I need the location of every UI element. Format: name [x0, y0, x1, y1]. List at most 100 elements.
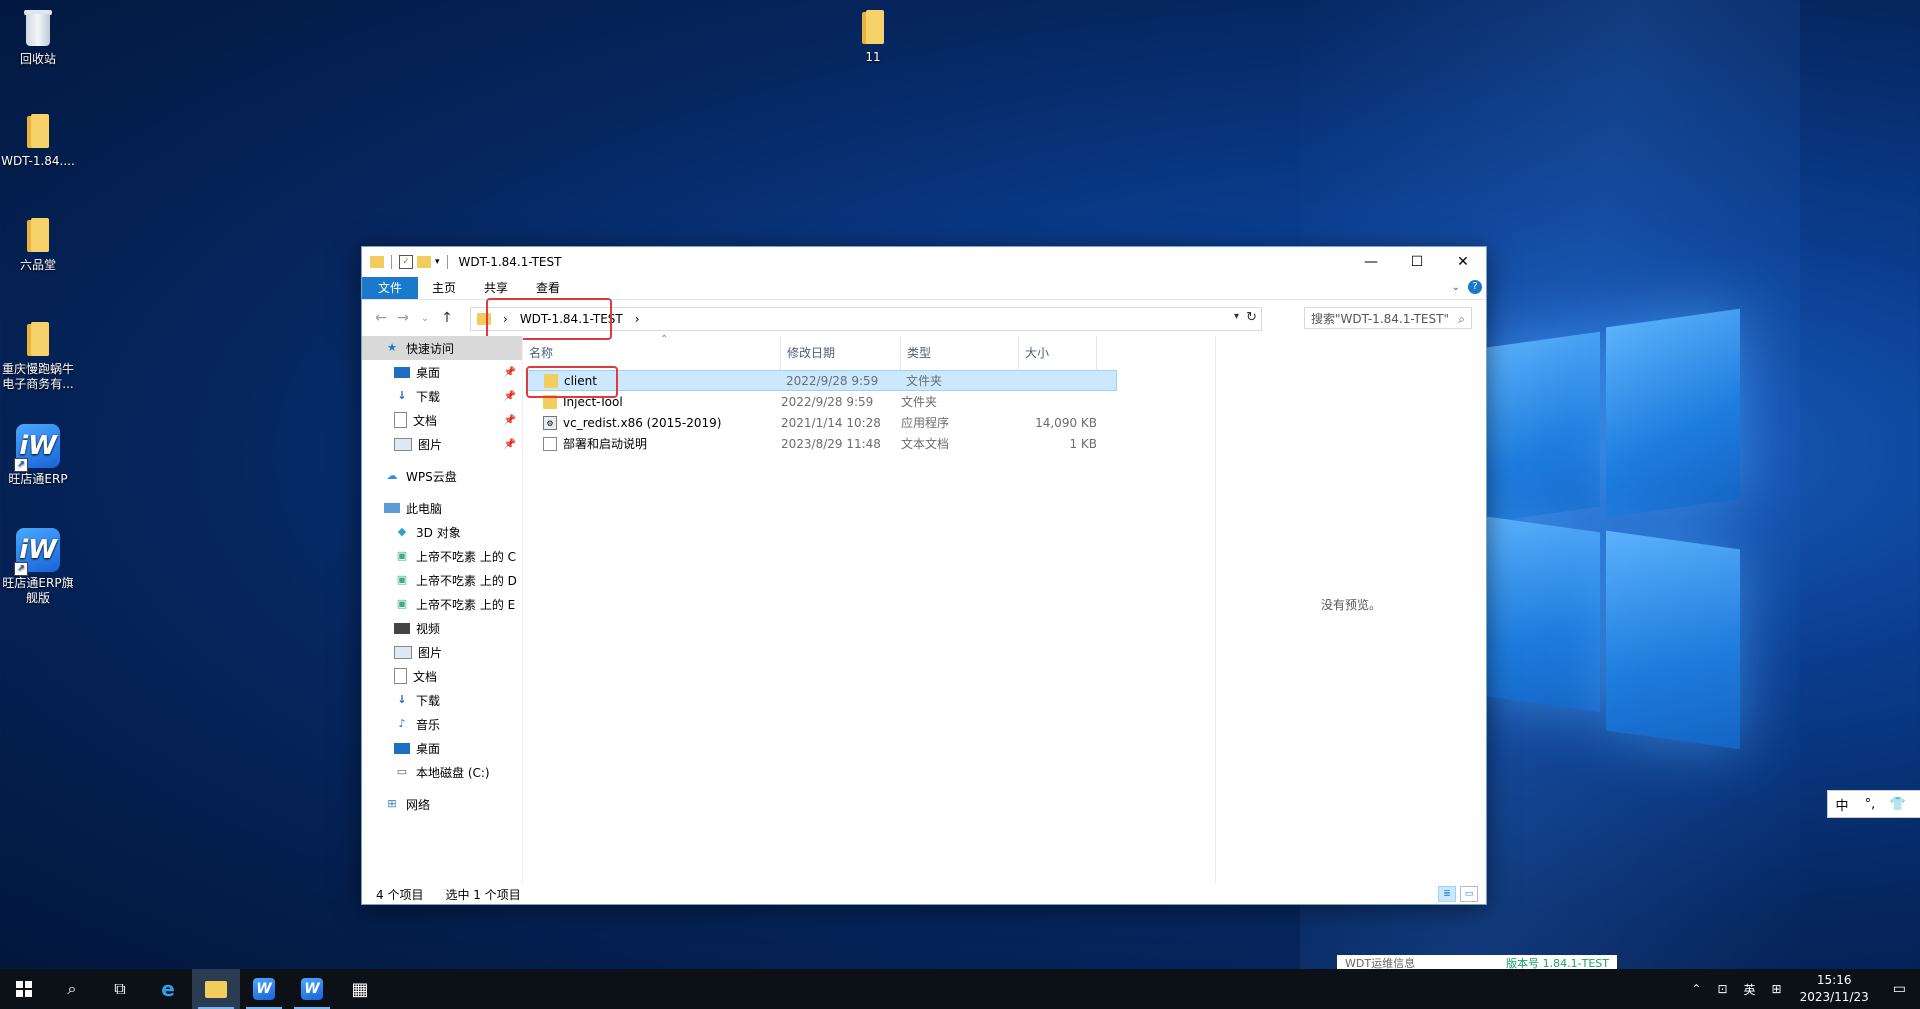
taskbar-wdt-erp-flagship[interactable]: W	[288, 969, 336, 1009]
nav-network[interactable]: ⊞ 网络	[362, 792, 522, 816]
back-icon[interactable]: ←	[370, 310, 392, 326]
task-view-button[interactable]: ⧉	[96, 969, 144, 1009]
close-button[interactable]: ✕	[1440, 247, 1486, 277]
preview-pane: 没有预览。	[1215, 336, 1486, 884]
desktop-icon-recycle-bin[interactable]: 回收站	[0, 8, 76, 67]
nav-pc-downloads[interactable]: ↓ 下载	[362, 688, 522, 712]
up-icon[interactable]: ↑	[436, 310, 458, 326]
maximize-button[interactable]: ☐	[1394, 247, 1440, 277]
nav-pc-local-disk-c[interactable]: ▭ 本地磁盘 (C:)	[362, 760, 522, 784]
cloud-icon: ☁	[386, 469, 398, 482]
tab-share[interactable]: 共享	[470, 277, 522, 299]
nav-quick-access[interactable]: ★ 快速访问	[362, 336, 522, 360]
item-count: 4 个项目	[376, 887, 424, 902]
tab-view[interactable]: 查看	[522, 277, 574, 299]
new-folder-icon[interactable]	[417, 256, 431, 268]
windows-logo-wallpaper	[1480, 300, 1740, 770]
nav-pc-desktop[interactable]: 桌面	[362, 736, 522, 760]
taskbar-wdt-erp[interactable]: W	[240, 969, 288, 1009]
nav-wps-cloud[interactable]: ☁ WPS云盘	[362, 464, 522, 488]
start-button[interactable]	[0, 969, 48, 1009]
tab-home[interactable]: 主页	[418, 277, 470, 299]
search-input[interactable]: 搜索"WDT-1.84.1-TEST" ⌕	[1304, 307, 1472, 329]
desktop-icon-erp-flagship[interactable]: iW ↗ 旺店通ERP旗舰版	[0, 528, 76, 606]
ime-skin-icon[interactable]: 👕	[1884, 797, 1912, 812]
search-button[interactable]: ⌕	[48, 969, 96, 1009]
nav-pc-pictures[interactable]: 图片	[362, 640, 522, 664]
nav-quick-downloads[interactable]: ↓ 下载 📌	[362, 384, 522, 408]
nav-pc-videos[interactable]: 视频	[362, 616, 522, 640]
file-row[interactable]: Inject-Tool 2022/9/28 9:59 文件夹	[523, 391, 1216, 412]
network-status-icon[interactable]: ⊡	[1709, 982, 1735, 996]
input-language[interactable]: 英	[1736, 981, 1764, 998]
windows-start-icon	[16, 981, 32, 997]
clock[interactable]: 15:16 2023/11/23	[1790, 972, 1879, 1006]
nav-quick-pictures[interactable]: 图片 📌	[362, 432, 522, 456]
network-drive-icon: ▣	[396, 573, 408, 586]
column-name[interactable]: 名称	[523, 336, 781, 370]
desktop-icon	[394, 366, 410, 378]
nav-pc-3d-objects[interactable]: ◆ 3D 对象	[362, 520, 522, 544]
nav-pc-documents[interactable]: 文档	[362, 664, 522, 688]
breadcrumb-chevron-icon[interactable]: ›	[635, 312, 640, 326]
file-explorer-window: ✓ ▾ WDT-1.84.1-TEST — ☐ ✕ 文件 主页 共享 查看 ⌄ …	[361, 246, 1487, 905]
column-type[interactable]: 类型	[901, 336, 1019, 370]
forward-icon[interactable]: →	[392, 310, 414, 326]
properties-icon[interactable]: ✓	[399, 255, 413, 269]
taskbar-file-explorer[interactable]	[192, 969, 240, 1009]
title-bar[interactable]: ✓ ▾ WDT-1.84.1-TEST — ☐ ✕	[362, 247, 1486, 277]
desktop-icon-wdt-folder[interactable]: WDT-1.84....	[0, 114, 76, 169]
taskbar-server-manager[interactable]: ▦	[336, 969, 384, 1009]
desktop-icon-11-folder[interactable]: 11	[835, 10, 911, 65]
nav-quick-documents[interactable]: 文档 📌	[362, 408, 522, 432]
ime-lang-button[interactable]: 中	[1828, 795, 1856, 814]
ime-mode-icon[interactable]: ⊞	[1764, 982, 1790, 996]
nav-pc-network-drive-e[interactable]: ▣ 上帝不吃素 上的 E	[362, 592, 522, 616]
customize-toolbar-icon[interactable]: ▾	[435, 257, 440, 267]
clock-time: 15:16	[1816, 973, 1852, 987]
desktop-icon-erp[interactable]: iW ↗ 旺店通ERP	[0, 424, 76, 487]
nav-pc-network-drive-d[interactable]: ▣ 上帝不吃素 上的 D	[362, 568, 522, 592]
recent-locations-icon[interactable]: ⌄	[414, 313, 436, 324]
annotation-highlight-client	[526, 366, 618, 398]
pin-icon: 📌	[503, 366, 516, 378]
file-row[interactable]: ⚙ vc_redist.x86 (2015-2019) 2021/1/14 10:…	[523, 412, 1216, 433]
refresh-icon[interactable]: ↻	[1246, 310, 1257, 325]
desktop-icon-company-folder[interactable]: 重庆慢跑蜗牛电子商务有...	[0, 322, 76, 392]
clock-date: 2023/11/23	[1799, 990, 1869, 1004]
folder-icon	[370, 256, 384, 268]
desktop-icon-label: 11	[865, 50, 881, 64]
nav-pc-network-drive-c[interactable]: ▣ 上帝不吃素 上的 C	[362, 544, 522, 568]
music-icon: ♪	[398, 717, 406, 730]
installer-icon: ⚙	[543, 415, 557, 430]
notification-center-icon[interactable]: ▭	[1879, 981, 1920, 997]
help-icon[interactable]: ?	[1468, 280, 1482, 294]
column-size[interactable]: 大小	[1019, 336, 1097, 370]
details-view-icon[interactable]: ≣	[1438, 886, 1456, 902]
file-date: 2022/9/28 9:59	[781, 394, 874, 409]
taskbar-ie[interactable]: e	[144, 969, 192, 1009]
file-row[interactable]: 部署和启动说明 2023/8/29 11:48 文本文档 1 KB	[523, 433, 1216, 454]
preview-message: 没有预览。	[1320, 598, 1381, 612]
cube-icon: ◆	[397, 525, 407, 538]
pin-icon: 📌	[503, 414, 516, 426]
show-hidden-icons-icon[interactable]: ⌃	[1683, 982, 1709, 996]
nav-this-pc[interactable]: 此电脑	[362, 496, 522, 520]
folder-icon	[25, 322, 51, 358]
server-manager-icon: ▦	[351, 978, 369, 1000]
column-date[interactable]: 修改日期	[781, 336, 901, 370]
text-file-icon	[543, 436, 557, 451]
star-icon: ★	[387, 341, 397, 354]
desktop-icon-liupintang-folder[interactable]: 六品堂	[0, 218, 76, 273]
large-icons-view-icon[interactable]: ▭	[1460, 886, 1478, 902]
minimize-button[interactable]: —	[1348, 247, 1394, 277]
desktop-icon-label: 回收站	[19, 52, 56, 66]
tab-file[interactable]: 文件	[362, 277, 419, 299]
nav-pc-music[interactable]: ♪ 音乐	[362, 712, 522, 736]
nav-quick-desktop[interactable]: 桌面 📌	[362, 360, 522, 384]
expand-ribbon-icon[interactable]: ⌄	[1452, 282, 1460, 293]
address-dropdown-icon[interactable]: ▾	[1234, 311, 1239, 322]
desktop-icon-label: 重庆慢跑蜗牛电子商务有...	[1, 362, 74, 391]
ime-punctuation-button[interactable]: °,	[1856, 797, 1884, 812]
folder-icon	[25, 114, 51, 150]
